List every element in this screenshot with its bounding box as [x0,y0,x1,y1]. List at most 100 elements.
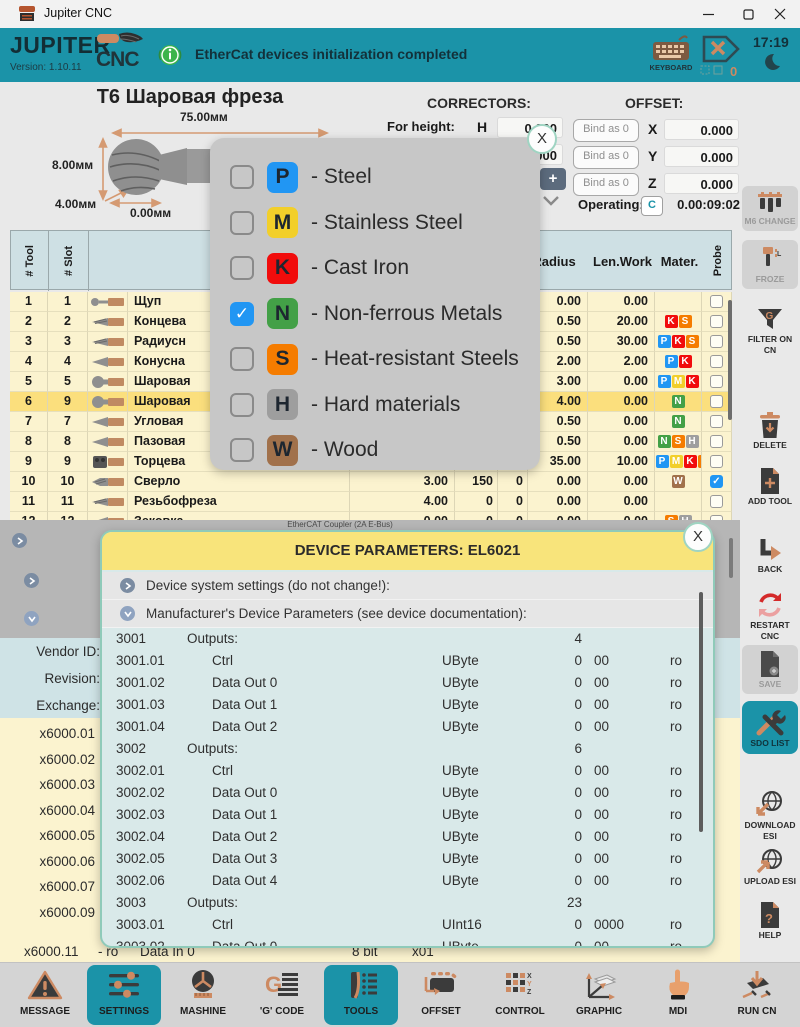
tool-row-10[interactable]: 1010Сверло3.0015000.000.00W✓ [10,472,732,492]
sidebar-button-sdo-list[interactable]: SDO LIST [742,701,798,754]
device-group-system[interactable]: Device system settings (do not change!): [102,572,713,600]
info-icon[interactable] [158,43,182,67]
tool-row-11[interactable]: 1111Резьбофреза4.00000.000.00 [10,492,732,512]
offset-field-z[interactable]: 0.000 [664,173,739,194]
toolbar-button-message[interactable]: MESSAGE [8,965,82,1025]
tools-icon [324,965,398,1005]
probe-checkbox[interactable] [710,335,723,348]
probe-checkbox[interactable] [710,375,723,388]
axis-letter-y: Y [648,148,657,164]
corrector-plus-button[interactable]: + [540,168,566,190]
checkbox-unchecked[interactable] [230,393,254,417]
device-param-row[interactable]: 3002.01CtrlUByte000ro [102,760,713,782]
material-option-S[interactable]: S- Heat-resistant Steels [230,342,519,376]
operating-mode-button[interactable]: C [641,196,663,216]
material-popup-close-button[interactable]: X [527,124,557,154]
device-param-row[interactable]: 3001Outputs:4 [102,628,713,650]
register-label[interactable]: x6000.05 [0,828,95,843]
device-param-row[interactable]: 3002.05Data Out 3UByte000ro [102,848,713,870]
device-param-row[interactable]: 3001.04Data Out 2UByte000ro [102,716,713,738]
checkbox-checked[interactable]: ✓ [230,302,254,326]
bind-as-zero-button-x[interactable]: Bind as 0 [573,119,639,142]
device-param-row[interactable]: 3002.03Data Out 1UByte000ro [102,804,713,826]
sidebar-button-back[interactable]: BACK [742,536,798,575]
toolbar-button-control[interactable]: XYZCONTROL [483,965,557,1025]
toolbar-button-offset[interactable]: OFFSET [404,965,478,1025]
device-param-row[interactable]: 3002.04Data Out 2UByte000ro [102,826,713,848]
material-option-H[interactable]: H- Hard materials [230,388,460,422]
sidebar-button-delete[interactable]: DELETE [742,410,798,451]
offset-field-y[interactable]: 0.000 [664,146,739,167]
probe-checkbox[interactable] [710,495,723,508]
param-dec: 0 [532,826,582,848]
register-label[interactable]: x6000.06 [0,854,95,869]
sidebar-button-add-tool[interactable]: ADD TOOL [742,466,798,507]
mdi-icon [641,965,715,1005]
device-popup-close-button[interactable]: X [683,522,713,552]
bind-as-zero-button-y[interactable]: Bind as 0 [573,146,639,169]
night-mode-icon[interactable] [762,52,782,72]
device-param-row[interactable]: 3001.03Data Out 1UByte000ro [102,694,713,716]
checkbox-unchecked[interactable] [230,165,254,189]
sidebar-button-restart-cnc[interactable]: RESTART CNC [742,590,798,641]
tree-expand-1[interactable] [12,533,27,548]
table-scrollbar[interactable] [728,300,732,420]
register-label[interactable]: x6000.09 [0,905,95,920]
probe-checkbox[interactable] [710,455,723,468]
register-label[interactable]: x6000.02 [0,752,95,767]
toolbar-button-graphic[interactable]: GRAPHIC [562,965,636,1025]
register-label[interactable]: x6000.03 [0,777,95,792]
probe-checkbox[interactable] [710,415,723,428]
toolbar-button-gcode[interactable]: G'G' CODE [245,965,319,1025]
toolbar-button-runcn[interactable]: RUN CN [720,965,794,1025]
material-option-P[interactable]: P- Steel [230,160,372,194]
band-scrollbar[interactable] [729,538,733,578]
device-param-row[interactable]: 3001.02Data Out 0UByte000ro [102,672,713,694]
bind-as-zero-button-z[interactable]: Bind as 0 [573,173,639,196]
dim-diameter: 8.00мм [52,158,93,172]
probe-checkbox[interactable] [710,435,723,448]
device-param-row[interactable]: 3001.01CtrlUByte000ro [102,650,713,672]
checkbox-unchecked[interactable] [230,347,254,371]
material-option-M[interactable]: M- Stainless Steel [230,206,463,240]
register-label[interactable]: x6000.07 [0,879,95,894]
probe-checkbox[interactable] [710,355,723,368]
probe-checkbox[interactable] [710,295,723,308]
device-param-row[interactable]: 3002.02Data Out 0UByte000ro [102,782,713,804]
probe-checkbox[interactable]: ✓ [710,475,723,488]
device-param-row[interactable]: 3002Outputs:6 [102,738,713,760]
close-button[interactable] [760,0,800,28]
device-param-row[interactable]: 3003Outputs:23 [102,892,713,914]
material-label: - Cast Iron [311,256,409,280]
toolbar-button-mdi[interactable]: MDI [641,965,715,1025]
toolbar-button-mashine[interactable]: MASHINE [166,965,240,1025]
toolbar-button-tools[interactable]: TOOLS [324,965,398,1025]
material-option-N[interactable]: ✓N- Non-ferrous Metals [230,297,502,331]
material-option-W[interactable]: W- Wood [230,433,378,467]
cancel-jobs-button[interactable] [700,34,744,75]
sidebar-button-filter[interactable]: GFILTER ON CN [742,306,798,355]
probe-checkbox[interactable] [710,315,723,328]
keyboard-button[interactable]: KEYBOARD [648,34,694,72]
checkbox-unchecked[interactable] [230,256,254,280]
offset-field-x[interactable]: 0.000 [664,119,739,140]
register-label[interactable]: x6000.04 [0,803,95,818]
probe-checkbox[interactable] [710,395,723,408]
sidebar-button-download-esi[interactable]: DOWNLOAD ESI [742,790,798,841]
sidebar-button-help[interactable]: ?HELP [742,900,798,941]
minimize-button[interactable] [688,0,728,28]
toolbar-button-settings[interactable]: SETTINGS [87,965,161,1025]
device-group-manufacturer[interactable]: Manufacturer's Device Parameters (see de… [102,600,713,628]
device-param-row[interactable]: 3002.06Data Out 4UByte000ro [102,870,713,892]
tree-expand-2[interactable] [24,573,39,588]
checkbox-unchecked[interactable] [230,438,254,462]
device-param-row[interactable]: 3003.02Data Out 0UByte000ro [102,936,713,948]
register-label[interactable]: x6000.01 [0,726,95,741]
material-option-K[interactable]: K- Cast Iron [230,251,409,285]
tree-collapse-3[interactable] [24,611,39,626]
device-popup-scrollbar[interactable] [699,592,703,832]
corrector-expand-chevron[interactable] [541,195,561,207]
sidebar-button-upload-esi[interactable]: UPLOAD ESI [742,846,798,887]
checkbox-unchecked[interactable] [230,211,254,235]
device-param-row[interactable]: 3003.01CtrlUInt1600000ro [102,914,713,936]
